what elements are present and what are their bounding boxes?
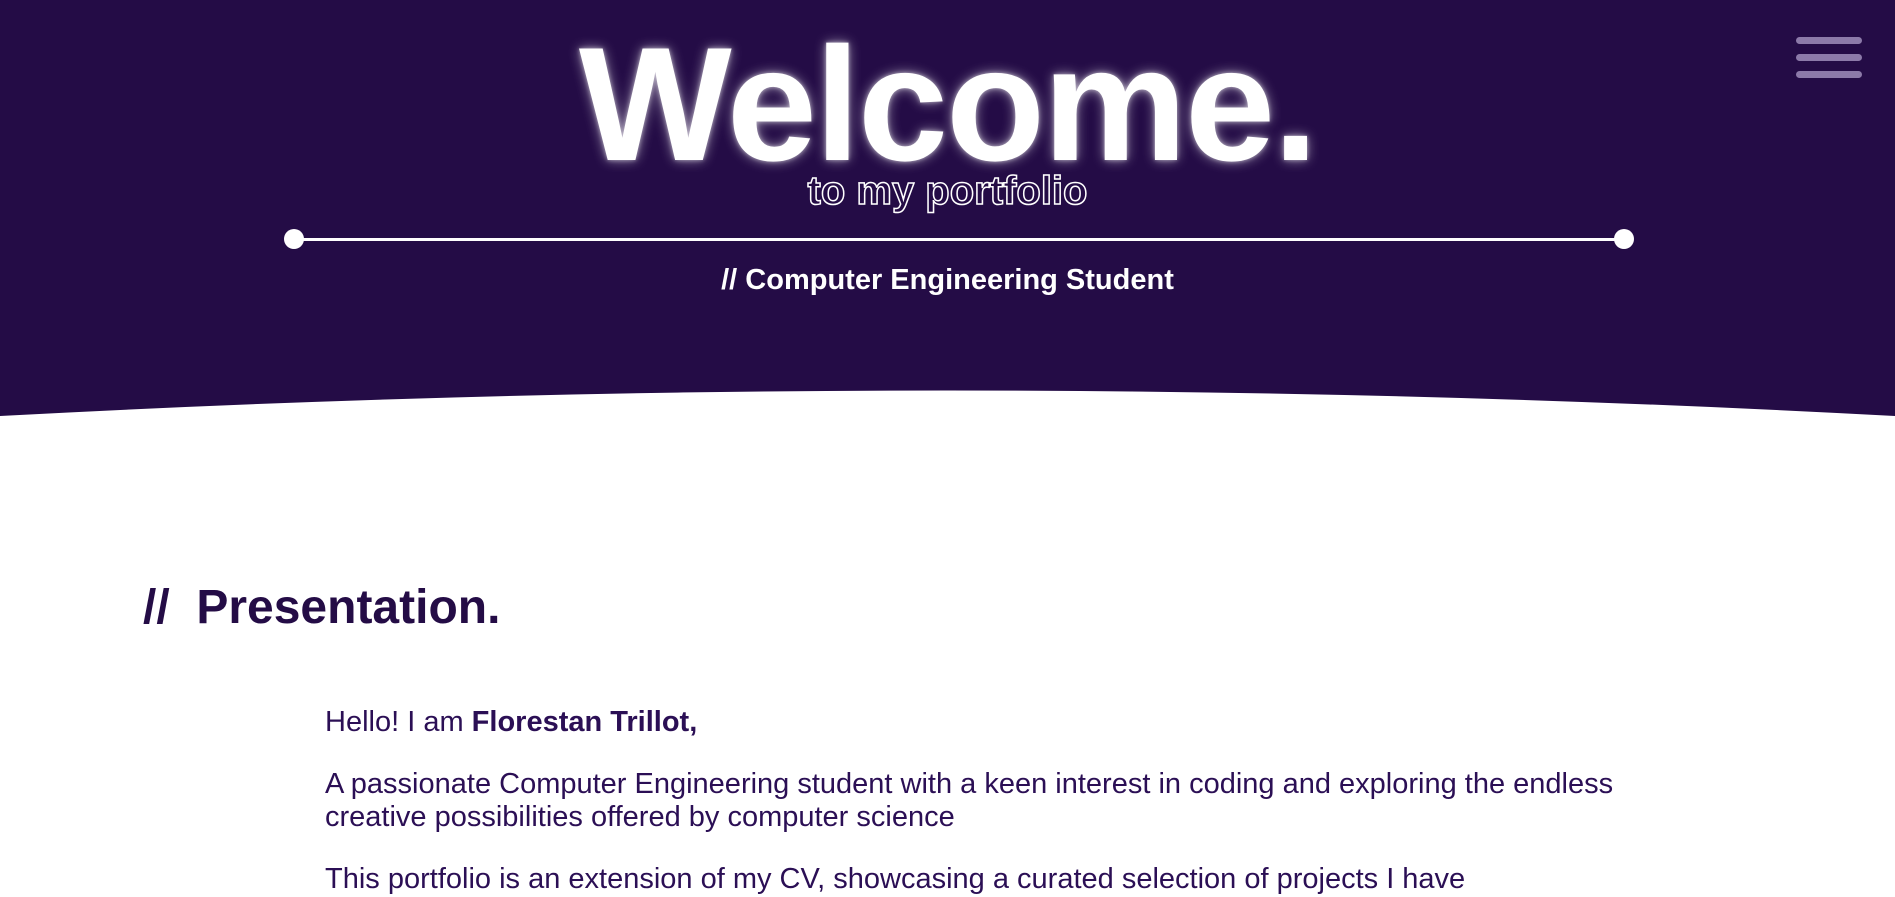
- greeting-paragraph: Hello! I am Florestan Trillot,: [325, 706, 1645, 739]
- divider-dot-left: [284, 229, 304, 249]
- greeting-prefix: Hello! I am: [325, 706, 472, 738]
- divider-dot-right: [1614, 229, 1634, 249]
- hero-title: Welcome.: [578, 14, 1318, 195]
- hero-role: // Computer Engineering Student: [721, 264, 1174, 296]
- presentation-content: Hello! I am Florestan Trillot, A passion…: [325, 706, 1645, 897]
- section-title-text: Presentation.: [196, 581, 501, 634]
- portfolio-paragraph: This portfolio is an extension of my CV,…: [325, 863, 1466, 895]
- hero-divider-line: [293, 238, 1625, 241]
- intro-paragraph: A passionate Computer Engineering studen…: [325, 768, 1614, 833]
- section-title: // Presentation.: [143, 578, 500, 638]
- menu-bar-middle: [1796, 54, 1862, 61]
- section-title-prefix: //: [143, 581, 170, 634]
- portfolio-page: Welcome. to my portfolio // Computer Eng…: [0, 0, 1895, 897]
- author-name: Florestan Trillot,: [471, 706, 698, 738]
- hamburger-menu-icon[interactable]: [1796, 34, 1862, 84]
- menu-bar-bottom: [1796, 71, 1862, 78]
- hero-banner: Welcome. to my portfolio // Computer Eng…: [0, 0, 1895, 420]
- hero-curve-divider: [0, 380, 1895, 440]
- hero-subtitle: to my portfolio: [807, 168, 1088, 214]
- menu-bar-top: [1796, 37, 1862, 44]
